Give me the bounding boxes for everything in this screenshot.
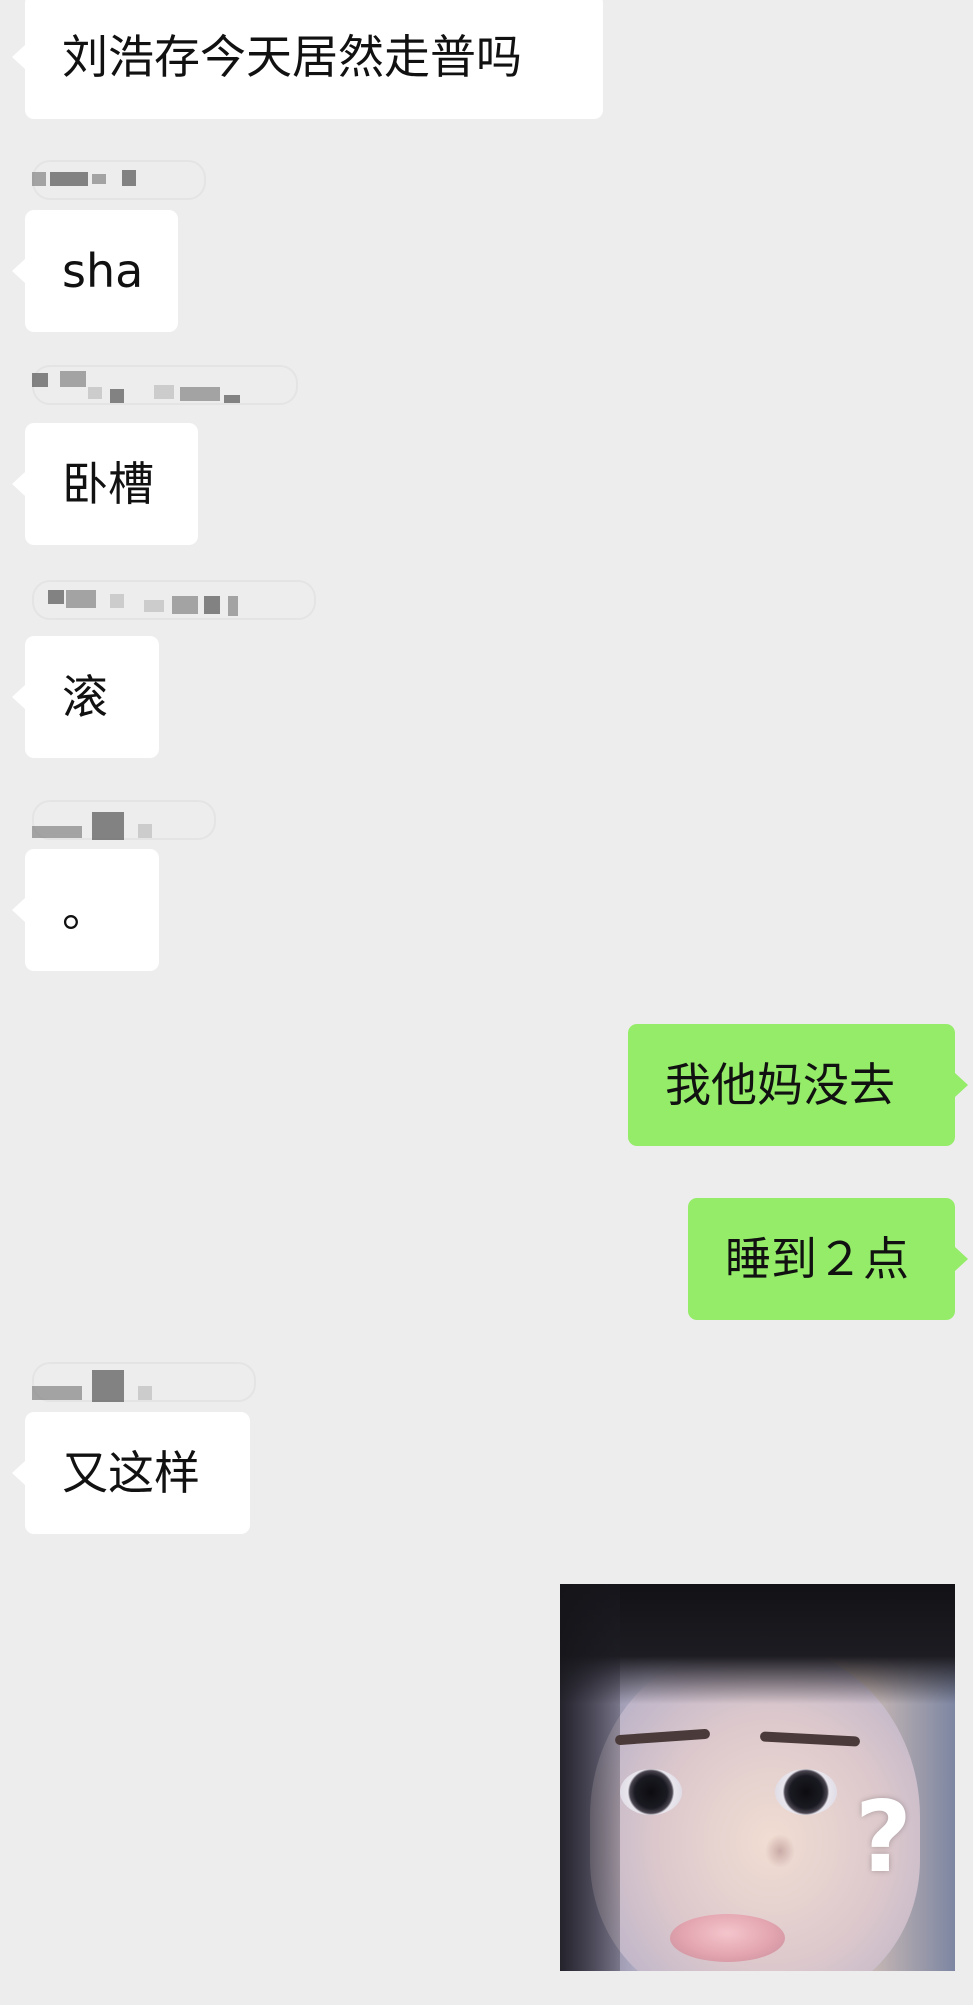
question-mark: ? [855, 1781, 912, 1895]
message-bubble-incoming[interactable]: 刘浩存今天居然走普吗 [25, 0, 603, 119]
message-bubble-incoming[interactable]: 卧槽 [25, 423, 198, 545]
sender-name-redacted [28, 365, 298, 405]
lips [670, 1914, 785, 1962]
message-bubble-outgoing[interactable]: 睡到２点 [688, 1198, 955, 1320]
message-text: sha [62, 244, 144, 298]
sender-name-redacted [28, 160, 208, 200]
eye [620, 1769, 682, 1815]
message-text: 我他妈没去 [665, 1058, 895, 1112]
eye [775, 1769, 837, 1815]
message-bubble-outgoing[interactable]: 我他妈没去 [628, 1024, 955, 1146]
message-bubble-incoming[interactable]: 。 [25, 849, 159, 971]
confused-face-sticker[interactable]: ? [560, 1584, 955, 1971]
sender-name-redacted [28, 580, 318, 620]
nose [765, 1834, 795, 1868]
message-text: 睡到２点 [725, 1232, 909, 1286]
message-bubble-incoming[interactable]: 又这样 [25, 1412, 250, 1534]
message-bubble-incoming[interactable]: sha [25, 210, 178, 332]
sender-name-redacted [28, 800, 218, 840]
message-text: 滚 [62, 670, 108, 724]
message-bubble-incoming[interactable]: 滚 [25, 636, 159, 758]
message-text: 卧槽 [62, 457, 154, 511]
message-text: 刘浩存今天居然走普吗 [62, 29, 522, 84]
sender-name-redacted [28, 1362, 258, 1402]
hair-shape [560, 1584, 620, 1971]
message-text: 。 [62, 883, 108, 937]
message-text: 又这样 [62, 1446, 200, 1500]
